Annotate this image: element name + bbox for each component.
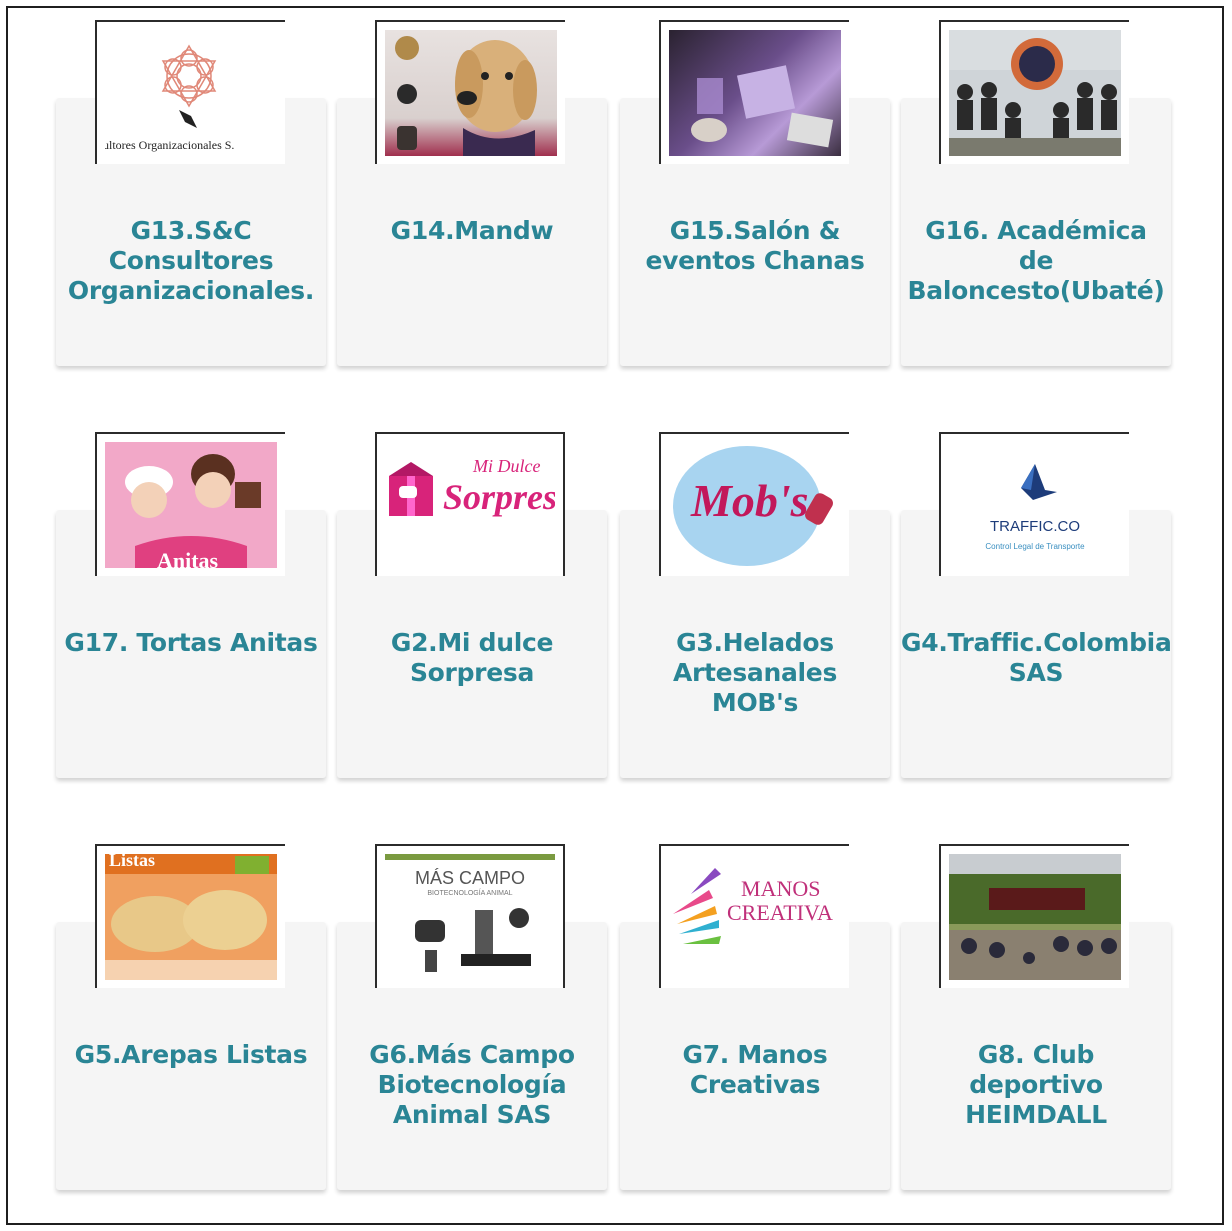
logo-text-2: Sorpresa [443,477,555,517]
card-image-g2[interactable]: Mi Dulce Sorpresa [375,432,565,576]
logo-text: MÁS CAMPO [414,868,525,888]
card-image-g3[interactable]: Mob's [659,432,849,576]
logo-caption: ultores Organizacionales S. [105,138,235,152]
logo-subtext: BIOTECNOLOGÍA ANIMAL [427,890,513,897]
dog-photo-icon [395,36,537,156]
card-title[interactable]: G16. Académica de Baloncesto(Ubaté) [901,216,1171,306]
logo-text: TRAFFIC.CO [990,518,1080,535]
club-photo-icon [949,854,1121,980]
card-image-g17[interactable]: Anitas [95,432,285,576]
card-image-g7[interactable]: MANOS CREATIVA [659,844,849,988]
card-title[interactable]: G4.Traffic.Colombia SAS [901,628,1171,688]
card-title[interactable]: G2.Mi dulce Sorpresa [337,628,607,688]
card-title[interactable]: G17. Tortas Anitas [56,628,326,658]
card-image-g16[interactable] [939,20,1129,164]
event-photo-icon [691,65,834,148]
logo-text-1: Mi Dulce [473,456,541,476]
card-image-g5[interactable]: Listas [95,844,285,988]
card-title[interactable]: G14.Mandw [337,216,607,246]
logo-text-1: MANOS [741,876,821,901]
card-image-g4[interactable]: TRAFFIC.CO Control Legal de Transporte [939,432,1129,576]
arepas-photo-icon [105,854,277,980]
logo-subtext: Control Legal de Transporte [985,542,1085,551]
card-image-g14[interactable] [375,20,565,164]
card-title[interactable]: G7. Manos Creativas [620,1040,890,1100]
card-image-g8[interactable] [939,844,1129,988]
logo-caption: Mob's [691,475,809,526]
team-photo-icon [949,30,1121,156]
card-image-g6[interactable]: MÁS CAMPO BIOTECNOLOGÍA ANIMAL [375,844,565,988]
card-image-g15[interactable] [659,20,849,164]
card-title[interactable]: G3.Helados Artesanales MOB's [620,628,890,718]
card-title[interactable]: G8. Club deportivo HEIMDALL [901,1040,1171,1130]
logo-caption: Anitas [157,548,219,568]
logo-caption: Listas [109,854,156,870]
card-image-g13[interactable]: ultores Organizacionales S. [95,20,285,164]
card-title[interactable]: G13.S&C Consultores Organizacionales. [56,216,326,306]
logo-text-2: CREATIVA [727,900,833,925]
card-title[interactable]: G5.Arepas Listas [56,1040,326,1070]
card-title[interactable]: G6.Más Campo Biotecnología Animal SAS [337,1040,607,1130]
card-title[interactable]: G15.Salón & eventos Chanas [620,216,890,276]
